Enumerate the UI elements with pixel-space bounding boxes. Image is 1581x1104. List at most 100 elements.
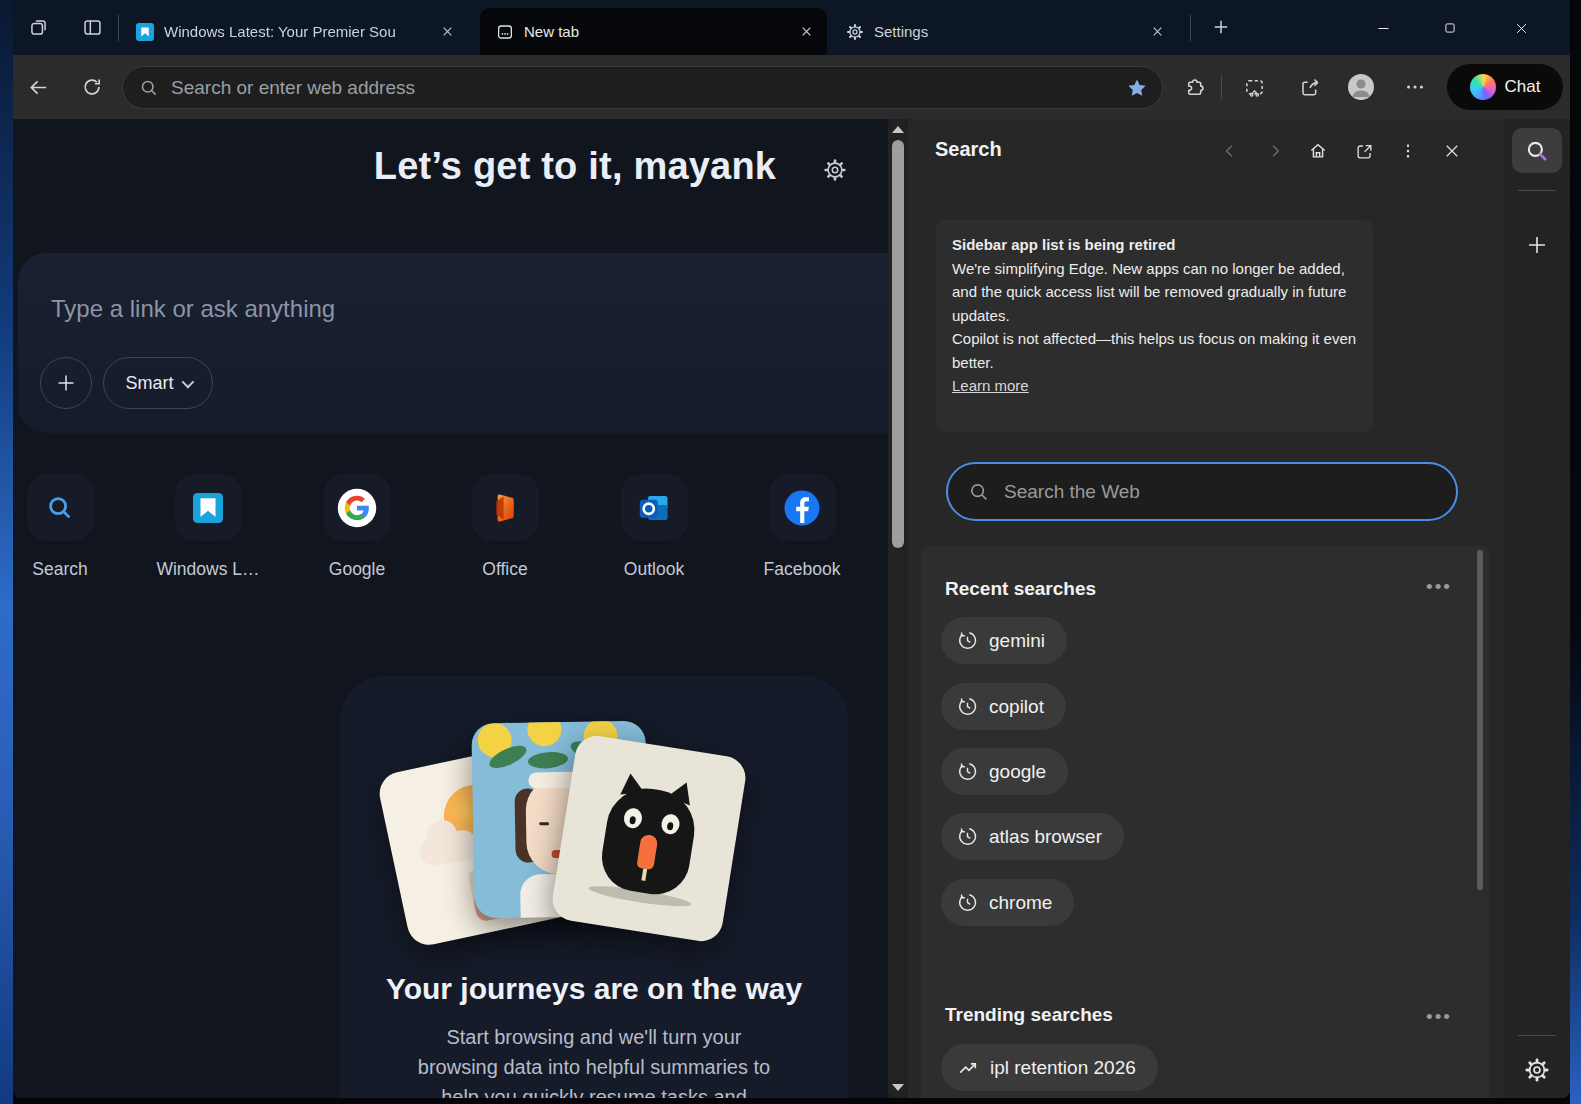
recent-search-pill[interactable]: atlas browser [941,813,1124,860]
sidebar-title: Search [935,138,1002,161]
rail-divider [1518,190,1556,191]
new-tab-favicon [496,23,514,41]
sidebar-more-options-icon[interactable] [1392,135,1424,167]
search-sidebar-panel: Search Sidebar app list is being r [908,119,1505,1098]
tab-close-icon[interactable] [1144,19,1170,45]
tab-bar: Windows Latest: Your Premier Sou New tab [13,0,1570,55]
profile-avatar[interactable] [1344,70,1378,104]
outlook-quick-icon[interactable] [621,474,688,541]
tab-title: Windows Latest: Your Premier Sou [164,23,434,40]
google-quick-icon[interactable] [324,474,391,541]
quick-link-office[interactable]: Office [450,474,560,580]
journeys-card: Your journeys are on the way Start brows… [340,676,848,1098]
recent-search-label: atlas browser [989,826,1102,848]
sidebar-rail [1505,119,1570,1098]
page-settings-gear-icon[interactable] [820,155,850,185]
sidebar-results-panel: Recent searches ••• gemini copilot googl… [921,546,1489,1098]
learn-more-link[interactable]: Learn more [952,377,1029,394]
quick-link-facebook[interactable]: Facebook [747,474,857,580]
sidebar-open-external-icon[interactable] [1348,135,1380,167]
tab-new-tab[interactable]: New tab [480,8,827,55]
facebook-quick-icon[interactable] [769,474,836,541]
greeting-title: Let’s get to it, mayank [13,145,888,188]
new-tab-page: Let’s get to it, mayank Type a link or a… [13,119,888,1098]
workspaces-icon[interactable] [26,15,50,39]
browser-window: Windows Latest: Your Premier Sou New tab [13,0,1570,1098]
quick-link-search[interactable]: Search [13,474,115,580]
quick-link-label: Facebook [764,559,841,580]
tab-windows-latest[interactable]: Windows Latest: Your Premier Sou [122,8,468,55]
recent-search-pill[interactable]: google [941,748,1068,795]
history-icon [957,630,978,651]
add-attachment-button[interactable] [40,357,92,409]
sidebar-home-icon[interactable] [1302,135,1334,167]
favorites-star-icon[interactable] [1126,77,1148,99]
ask-placeholder: Type a link or ask anything [51,295,335,323]
office-quick-icon[interactable] [472,474,539,541]
journeys-title: Your journeys are on the way [340,972,848,1006]
trending-up-icon [957,1057,979,1079]
rail-add-button[interactable] [1515,223,1559,267]
sidebar-close-icon[interactable] [1436,135,1468,167]
sidebar-search-input[interactable]: Search the Web [946,462,1458,521]
tab-title: New tab [524,23,793,40]
journeys-description: Start browsing and we'll turn your brows… [414,1022,774,1098]
share-icon[interactable] [1293,70,1327,104]
toolbar-divider [1221,75,1222,99]
sidebar-forward-icon[interactable] [1259,135,1291,167]
screenshot-icon[interactable] [1237,70,1271,104]
wallpaper-right-sliver [1570,55,1581,1104]
quick-link-label: Google [329,559,385,580]
recent-search-label: chrome [989,892,1052,914]
ask-input-card[interactable]: Type a link or ask anything Smart [18,253,888,433]
maximize-button[interactable] [1435,13,1465,43]
quick-link-label: Windows L… [156,559,259,580]
quick-link-google[interactable]: Google [302,474,412,580]
more-options-icon[interactable] [1398,70,1432,104]
vertical-tabs-icon[interactable] [80,15,104,39]
history-icon [957,826,978,847]
back-button[interactable] [21,70,55,104]
trending-more-icon[interactable]: ••• [1426,1006,1452,1028]
quick-link-label: Search [32,559,87,580]
refresh-button[interactable] [75,70,109,104]
close-window-button[interactable] [1506,13,1536,43]
main-scrollbar[interactable] [888,119,908,1098]
scroll-up-arrow[interactable] [892,126,904,133]
rail-search-button[interactable] [1512,128,1562,173]
quick-link-label: Outlook [624,559,684,580]
copilot-chat-button[interactable]: Chat [1447,64,1563,110]
quick-link-outlook[interactable]: Outlook [599,474,709,580]
scrollbar-thumb[interactable] [892,140,904,548]
tab-close-icon[interactable] [434,19,460,45]
recent-searches-title: Recent searches [945,578,1096,600]
sidebar-search-placeholder: Search the Web [1004,481,1140,503]
tab-settings[interactable]: Settings [830,8,1178,55]
recent-search-pill[interactable]: copilot [941,683,1066,730]
rail-divider [1518,1035,1556,1036]
desktop: Windows Latest: Your Premier Sou New tab [0,0,1581,1104]
search-quick-icon[interactable] [27,474,94,541]
recent-more-icon[interactable]: ••• [1426,576,1452,598]
tab-title: Settings [874,23,1144,40]
rail-settings-gear-icon[interactable] [1516,1049,1558,1091]
trending-searches-title: Trending searches [945,1004,1113,1026]
trending-search-pill[interactable]: ipl retention 2026 [941,1044,1158,1091]
sidebar-scrollbar-thumb[interactable] [1477,550,1483,890]
windows-latest-quick-icon[interactable] [175,474,242,541]
smart-mode-dropdown[interactable]: Smart [103,357,213,409]
recent-search-pill[interactable]: chrome [941,879,1074,926]
extensions-icon[interactable] [1177,70,1211,104]
sidebar-back-icon[interactable] [1214,135,1246,167]
scroll-down-arrow[interactable] [892,1084,904,1091]
recent-search-label: copilot [989,696,1044,718]
search-icon [968,481,990,503]
quick-link-windows-latest[interactable]: Windows L… [153,474,263,580]
windows-latest-favicon [136,23,154,41]
recent-search-pill[interactable]: gemini [941,617,1067,664]
copilot-icon [1470,74,1496,100]
minimize-button[interactable] [1368,13,1398,43]
tab-close-icon[interactable] [793,19,819,45]
new-tab-button[interactable] [1209,15,1233,39]
address-bar[interactable]: Search or enter web address [122,66,1163,109]
